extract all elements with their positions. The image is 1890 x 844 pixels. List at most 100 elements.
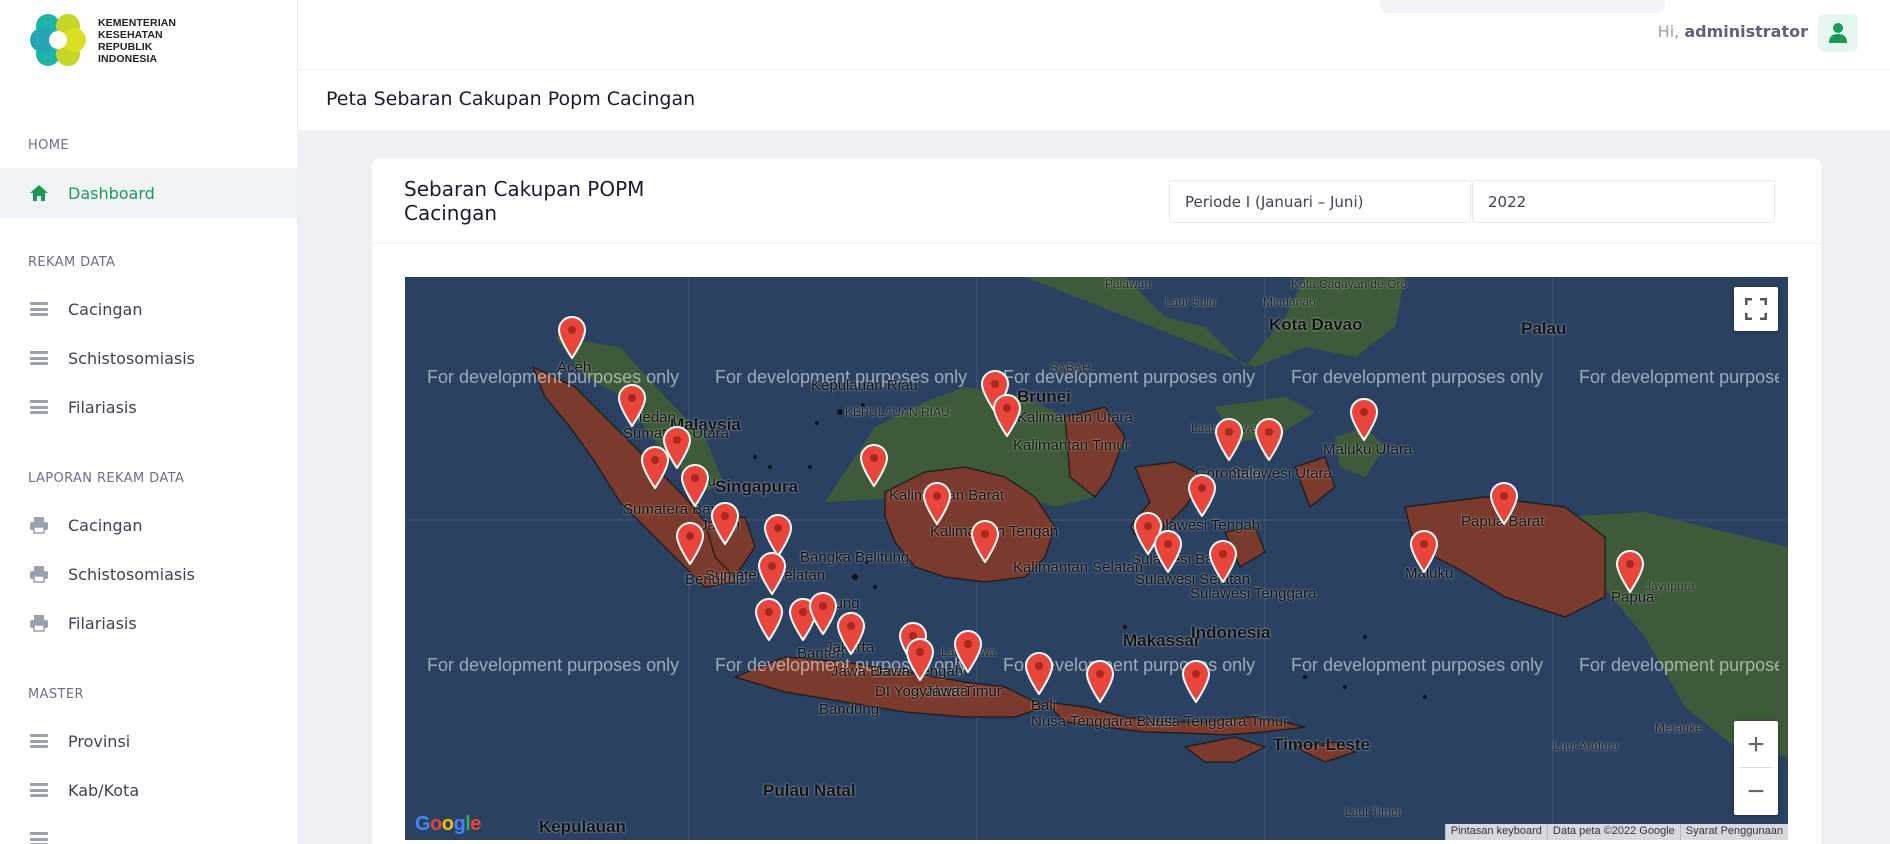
- period-select[interactable]: Periode I (Januari – Juni): [1169, 180, 1471, 223]
- map-marker[interactable]: [754, 597, 784, 641]
- dev-watermark: For development purposes only: [1579, 655, 1779, 675]
- label-kepri-region: KEPULAUAN RIAU: [845, 405, 950, 419]
- label-timor-leste: Timor-Leste: [1273, 735, 1370, 754]
- sidebar-item-rekam-filariasis[interactable]: Filariasis: [0, 382, 297, 432]
- map-marker[interactable]: [1409, 529, 1439, 573]
- map-marker[interactable]: [1615, 549, 1645, 593]
- sidebar-item-laporan-filariasis[interactable]: Filariasis: [0, 598, 297, 648]
- map-data-text: Data peta ©2022 Google: [1546, 824, 1680, 840]
- sidebar-item-dashboard[interactable]: Dashboard: [0, 168, 297, 218]
- dev-watermark: For development purposes only: [1003, 367, 1256, 387]
- label-sabah: SABAH: [1050, 361, 1091, 375]
- map-marker[interactable]: [836, 611, 866, 655]
- label-sulawesi-tenggara: Sulawesi Tenggara: [1190, 585, 1317, 602]
- sidebar-item-laporan-schistosomiasis[interactable]: Schistosomiasis: [0, 549, 297, 599]
- sidebar-item-rekam-cacingan[interactable]: Cacingan: [0, 284, 297, 334]
- zoom-control: + −: [1734, 721, 1778, 815]
- map-marker[interactable]: [1214, 417, 1244, 461]
- map-marker[interactable]: [992, 393, 1022, 437]
- top-header: Hi, administrator: [298, 0, 1890, 70]
- label-kepulauan-riau: Kepulauan Riau: [811, 377, 918, 394]
- label-kepulauan: Kepulauan: [539, 817, 626, 836]
- sidebar-item-label: Filariasis: [68, 397, 137, 417]
- dev-watermark: For development purposes only: [1291, 655, 1544, 675]
- map-marker[interactable]: [1153, 529, 1183, 573]
- terms-link[interactable]: Syarat Penggunaan: [1679, 824, 1788, 840]
- sidebar: KEMENTERIAN KESEHATAN REPUBLIK INDONESIA…: [0, 0, 298, 844]
- map-marker[interactable]: [1181, 659, 1211, 703]
- label-merauke: Merauke: [1655, 721, 1702, 735]
- year-select[interactable]: 2022: [1472, 180, 1775, 223]
- sidebar-item-kab-kota[interactable]: Kab/Kota: [0, 765, 297, 815]
- map-marker[interactable]: [1024, 651, 1054, 695]
- card-title: Sebaran Cakupan POPM Cacingan: [404, 177, 645, 225]
- map-view[interactable]: For development purposes only For develo…: [405, 277, 1788, 840]
- sidebar-item-label: Filariasis: [68, 613, 137, 633]
- label-laut-sulu: Laut Sulu: [1165, 295, 1216, 309]
- dev-watermark: For development purposes only: [1579, 367, 1779, 387]
- user-greeting[interactable]: Hi, administrator: [1658, 22, 1808, 41]
- map-marker[interactable]: [1187, 473, 1217, 517]
- header-search-bar[interactable]: [1380, 0, 1665, 13]
- map-marker[interactable]: [675, 521, 705, 565]
- map-marker[interactable]: [1254, 417, 1284, 461]
- section-master: MASTER: [28, 687, 84, 702]
- username: administrator: [1684, 22, 1808, 41]
- label-mindanao: Mindanao: [1263, 295, 1316, 309]
- label-brunei: Brunei: [1017, 387, 1071, 406]
- map-marker[interactable]: [640, 445, 670, 489]
- zoom-in-button[interactable]: +: [1734, 721, 1778, 768]
- sidebar-item-label: Schistosomiasis: [68, 348, 196, 368]
- map-marker[interactable]: [1489, 481, 1519, 525]
- home-icon: [28, 184, 50, 202]
- map-marker[interactable]: [808, 591, 838, 635]
- label-aceh: Aceh: [557, 359, 592, 376]
- label-bali: Bali: [1031, 697, 1057, 714]
- card-divider: [372, 243, 1821, 244]
- label-kalimantan-timur: Kalimantan Timur: [1013, 437, 1130, 454]
- sidebar-item-rekam-schistosomiasis[interactable]: Schistosomiasis: [0, 333, 297, 383]
- subheader: Peta Sebaran Cakupan Popm Cacingan: [298, 70, 1890, 130]
- map-marker[interactable]: [1208, 539, 1238, 583]
- map-marker[interactable]: [1085, 659, 1115, 703]
- map-marker[interactable]: [757, 551, 787, 595]
- fullscreen-icon: [1745, 298, 1767, 320]
- map-marker[interactable]: [859, 443, 889, 487]
- sidebar-item-provinsi[interactable]: Provinsi: [0, 716, 297, 766]
- map-marker[interactable]: [970, 519, 1000, 563]
- map-marker[interactable]: [953, 629, 983, 673]
- label-bandung: Bandung: [819, 701, 880, 718]
- zoom-out-button[interactable]: −: [1734, 768, 1778, 815]
- sidebar-item-label: Cacingan: [68, 299, 143, 319]
- map-marker[interactable]: [617, 383, 647, 427]
- printer-icon: [28, 565, 50, 583]
- label-kota-davao: Kota Davao: [1269, 315, 1363, 334]
- label-makassar: Makassar: [1123, 631, 1201, 650]
- sidebar-item-laporan-cacingan[interactable]: Cacingan: [0, 500, 297, 550]
- map-marker[interactable]: [710, 501, 740, 545]
- section-rekam-data: REKAM DATA: [28, 255, 116, 270]
- label-maluku-utara: Maluku Utara: [1323, 441, 1413, 458]
- map-marker[interactable]: [1349, 397, 1379, 441]
- user-icon: [1829, 23, 1847, 43]
- label-palawan: Palawan: [1105, 277, 1152, 291]
- label-bangka-belitung: Bangka Belitung: [800, 549, 910, 566]
- map-marker[interactable]: [922, 481, 952, 525]
- label-indonesia: Indonesia: [1191, 623, 1271, 642]
- label-pulau-natal: Pulau Natal: [763, 781, 856, 800]
- label-laut-arafura: Laut Arafura: [1553, 739, 1619, 753]
- section-home: HOME: [28, 138, 70, 153]
- menu-icon: [28, 732, 50, 750]
- map-marker[interactable]: [905, 637, 935, 681]
- kemenkes-logo[interactable]: KEMENTERIAN KESEHATAN REPUBLIK INDONESIA: [28, 8, 176, 74]
- label-jayapura: Jayapura: [1645, 579, 1695, 593]
- map-marker[interactable]: [680, 463, 710, 507]
- sidebar-item-label: Kab/Kota: [68, 780, 140, 800]
- user-avatar-button[interactable]: [1818, 14, 1858, 52]
- sidebar-item-more[interactable]: [0, 814, 297, 844]
- fullscreen-button[interactable]: [1734, 287, 1778, 331]
- map-marker[interactable]: [557, 315, 587, 359]
- keyboard-shortcuts-link[interactable]: Pintasan keyboard: [1444, 824, 1547, 840]
- google-logo[interactable]: Google: [415, 813, 481, 836]
- label-kalimantan-selatan: Kalimantan Selatan: [1013, 559, 1144, 576]
